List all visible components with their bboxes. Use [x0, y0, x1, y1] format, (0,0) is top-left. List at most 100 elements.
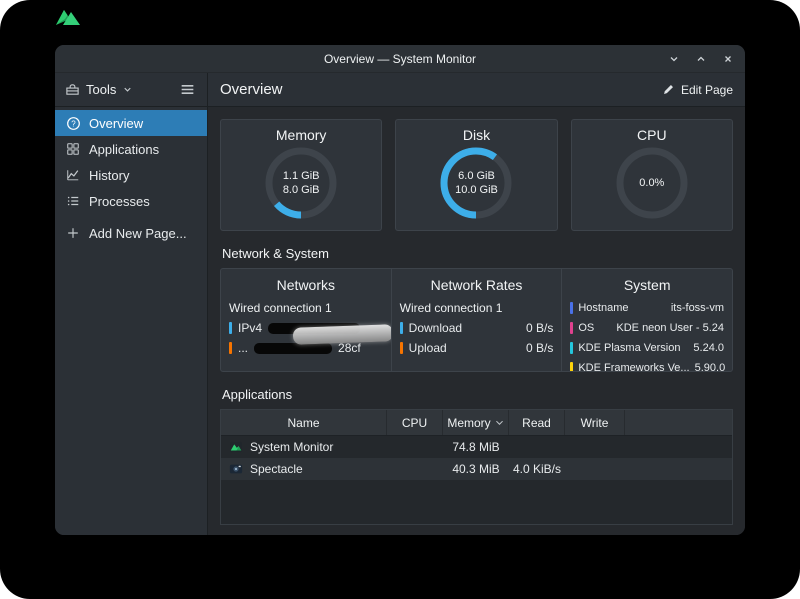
redaction-smudge: [293, 324, 391, 344]
download-value: 0 B/s: [526, 321, 553, 335]
connection-name: Wired connection 1: [229, 298, 383, 318]
window-title: Overview — System Monitor: [324, 52, 476, 66]
sidebar-menu-button[interactable]: [177, 79, 198, 100]
edit-page-label: Edit Page: [681, 83, 733, 97]
hostname-row: Hostname its-foss-vm: [570, 298, 724, 318]
hamburger-icon: [179, 81, 196, 98]
disk-card: Disk 6.0 GiB 10.0 GiB: [395, 119, 557, 231]
card-title: Memory: [276, 127, 327, 143]
pencil-icon: [662, 83, 675, 96]
content-header: Overview Edit Page: [208, 73, 745, 107]
help-circle-icon: ?: [65, 116, 81, 131]
system-monitor-app-icon[interactable]: [55, 5, 81, 27]
os-label: OS: [578, 322, 594, 334]
window-controls: [667, 45, 735, 72]
table-row-system-monitor[interactable]: System Monitor 74.8 MiB: [221, 436, 732, 458]
card-title: CPU: [637, 127, 667, 143]
process-name: System Monitor: [250, 440, 333, 454]
upload-label: Upload: [409, 341, 447, 355]
gauge-total: 8.0 GiB: [283, 183, 320, 197]
table-header: Name CPU Memory Read Write: [221, 410, 732, 436]
frameworks-version-label: KDE Frameworks Ve...: [578, 362, 689, 371]
sidebar-item-label: Processes: [89, 194, 150, 209]
overview-page: Memory 1.1 GiB 8.0 GiB: [208, 107, 745, 535]
sidebar-item-overview[interactable]: ? Overview: [55, 110, 207, 136]
legend-color-bar: [400, 342, 403, 354]
gauge-value: 1.1 GiB 8.0 GiB: [262, 144, 340, 222]
sidebar-item-processes[interactable]: Processes: [55, 188, 207, 214]
gauge-used: 1.1 GiB: [283, 169, 320, 183]
ipv6-suffix: 28cf: [338, 341, 361, 355]
gauge-value: 0.0%: [613, 144, 691, 222]
legend-color-bar: [570, 322, 573, 334]
column-header-read[interactable]: Read: [509, 410, 565, 435]
frameworks-version-value: 5.90.0: [695, 362, 726, 371]
download-label: Download: [409, 321, 462, 335]
cpu-gauge: 0.0%: [613, 144, 691, 222]
plasma-version-row: KDE Plasma Version 5.24.0: [570, 338, 724, 358]
memory-card: Memory 1.1 GiB 8.0 GiB: [220, 119, 382, 231]
applications-table: Name CPU Memory Read Write: [220, 409, 733, 525]
write-cell: [565, 436, 625, 458]
column-header-name[interactable]: Name: [221, 410, 387, 435]
legend-color-bar: [570, 362, 573, 371]
read-cell: [509, 436, 565, 458]
grid-icon: [65, 142, 81, 156]
gauge-total: 10.0 GiB: [455, 183, 498, 197]
tools-label: Tools: [86, 82, 116, 97]
os-value: KDE neon User - 5.24: [616, 322, 724, 334]
plus-icon: [65, 226, 81, 240]
column-header-write[interactable]: Write: [565, 410, 625, 435]
legend-color-bar: [570, 302, 573, 314]
download-row: Download 0 B/s: [400, 318, 554, 338]
memory-column-label: Memory: [447, 416, 490, 430]
os-row: OS KDE neon User - 5.24: [570, 318, 724, 338]
titlebar[interactable]: Overview — System Monitor: [55, 45, 745, 73]
gauge-value: 6.0 GiB 10.0 GiB: [437, 144, 515, 222]
sidebar-item-add-new-page[interactable]: Add New Page...: [55, 220, 207, 246]
system-monitor-window: Overview — System Monitor: [55, 45, 745, 535]
gauge-used: 0.0%: [639, 176, 664, 190]
cpu-card: CPU 0.0%: [571, 119, 733, 231]
column-header-memory[interactable]: Memory: [443, 410, 509, 435]
system-panel: System Hostname its-foss-vm OS KDE neon …: [561, 269, 732, 371]
sidebar-item-applications[interactable]: Applications: [55, 136, 207, 162]
upload-value: 0 B/s: [526, 341, 553, 355]
content-area: Overview Edit Page Memory: [208, 73, 745, 535]
redacted-value: [254, 343, 332, 354]
process-name: Spectacle: [250, 462, 303, 476]
legend-color-bar: [229, 322, 232, 334]
page-title: Overview: [220, 81, 283, 98]
close-button[interactable]: [721, 52, 735, 66]
sidebar-item-label: Overview: [89, 116, 143, 131]
tools-menu-button[interactable]: Tools: [65, 82, 133, 97]
maximize-button[interactable]: [694, 52, 708, 66]
column-header-spacer: [625, 410, 732, 435]
spectacle-icon: [229, 462, 243, 476]
minimize-button[interactable]: [667, 52, 681, 66]
write-cell: [565, 458, 625, 480]
hostname-label: Hostname: [578, 302, 628, 314]
sidebar-item-history[interactable]: History: [55, 162, 207, 188]
legend-color-bar: [400, 322, 403, 334]
sort-descending-icon: [495, 419, 504, 426]
read-cell: 4.0 KiB/s: [509, 458, 565, 480]
network-rates-panel: Network Rates Wired connection 1 Downloa…: [391, 269, 562, 371]
column-header-cpu[interactable]: CPU: [387, 410, 443, 435]
edit-page-button[interactable]: Edit Page: [662, 83, 733, 97]
network-system-section-label: Network & System: [222, 245, 733, 263]
sidebar-item-label: Applications: [89, 142, 159, 157]
chevron-down-icon: [122, 84, 133, 95]
table-row-spectacle[interactable]: Spectacle 40.3 MiB 4.0 KiB/s: [221, 458, 732, 480]
card-title: Disk: [463, 127, 490, 143]
plasma-version-label: KDE Plasma Version: [578, 342, 680, 354]
plasma-version-value: 5.24.0: [693, 342, 724, 354]
toolbox-icon: [65, 82, 80, 97]
networks-title: Networks: [229, 274, 383, 298]
sidebar-nav: ? Overview Applications H: [55, 107, 207, 246]
legend-color-bar: [570, 342, 573, 354]
disk-gauge: 6.0 GiB 10.0 GiB: [437, 144, 515, 222]
sidebar: Tools ?: [55, 73, 208, 535]
sidebar-item-label: History: [89, 168, 129, 183]
sidebar-toolbar: Tools: [55, 73, 207, 107]
